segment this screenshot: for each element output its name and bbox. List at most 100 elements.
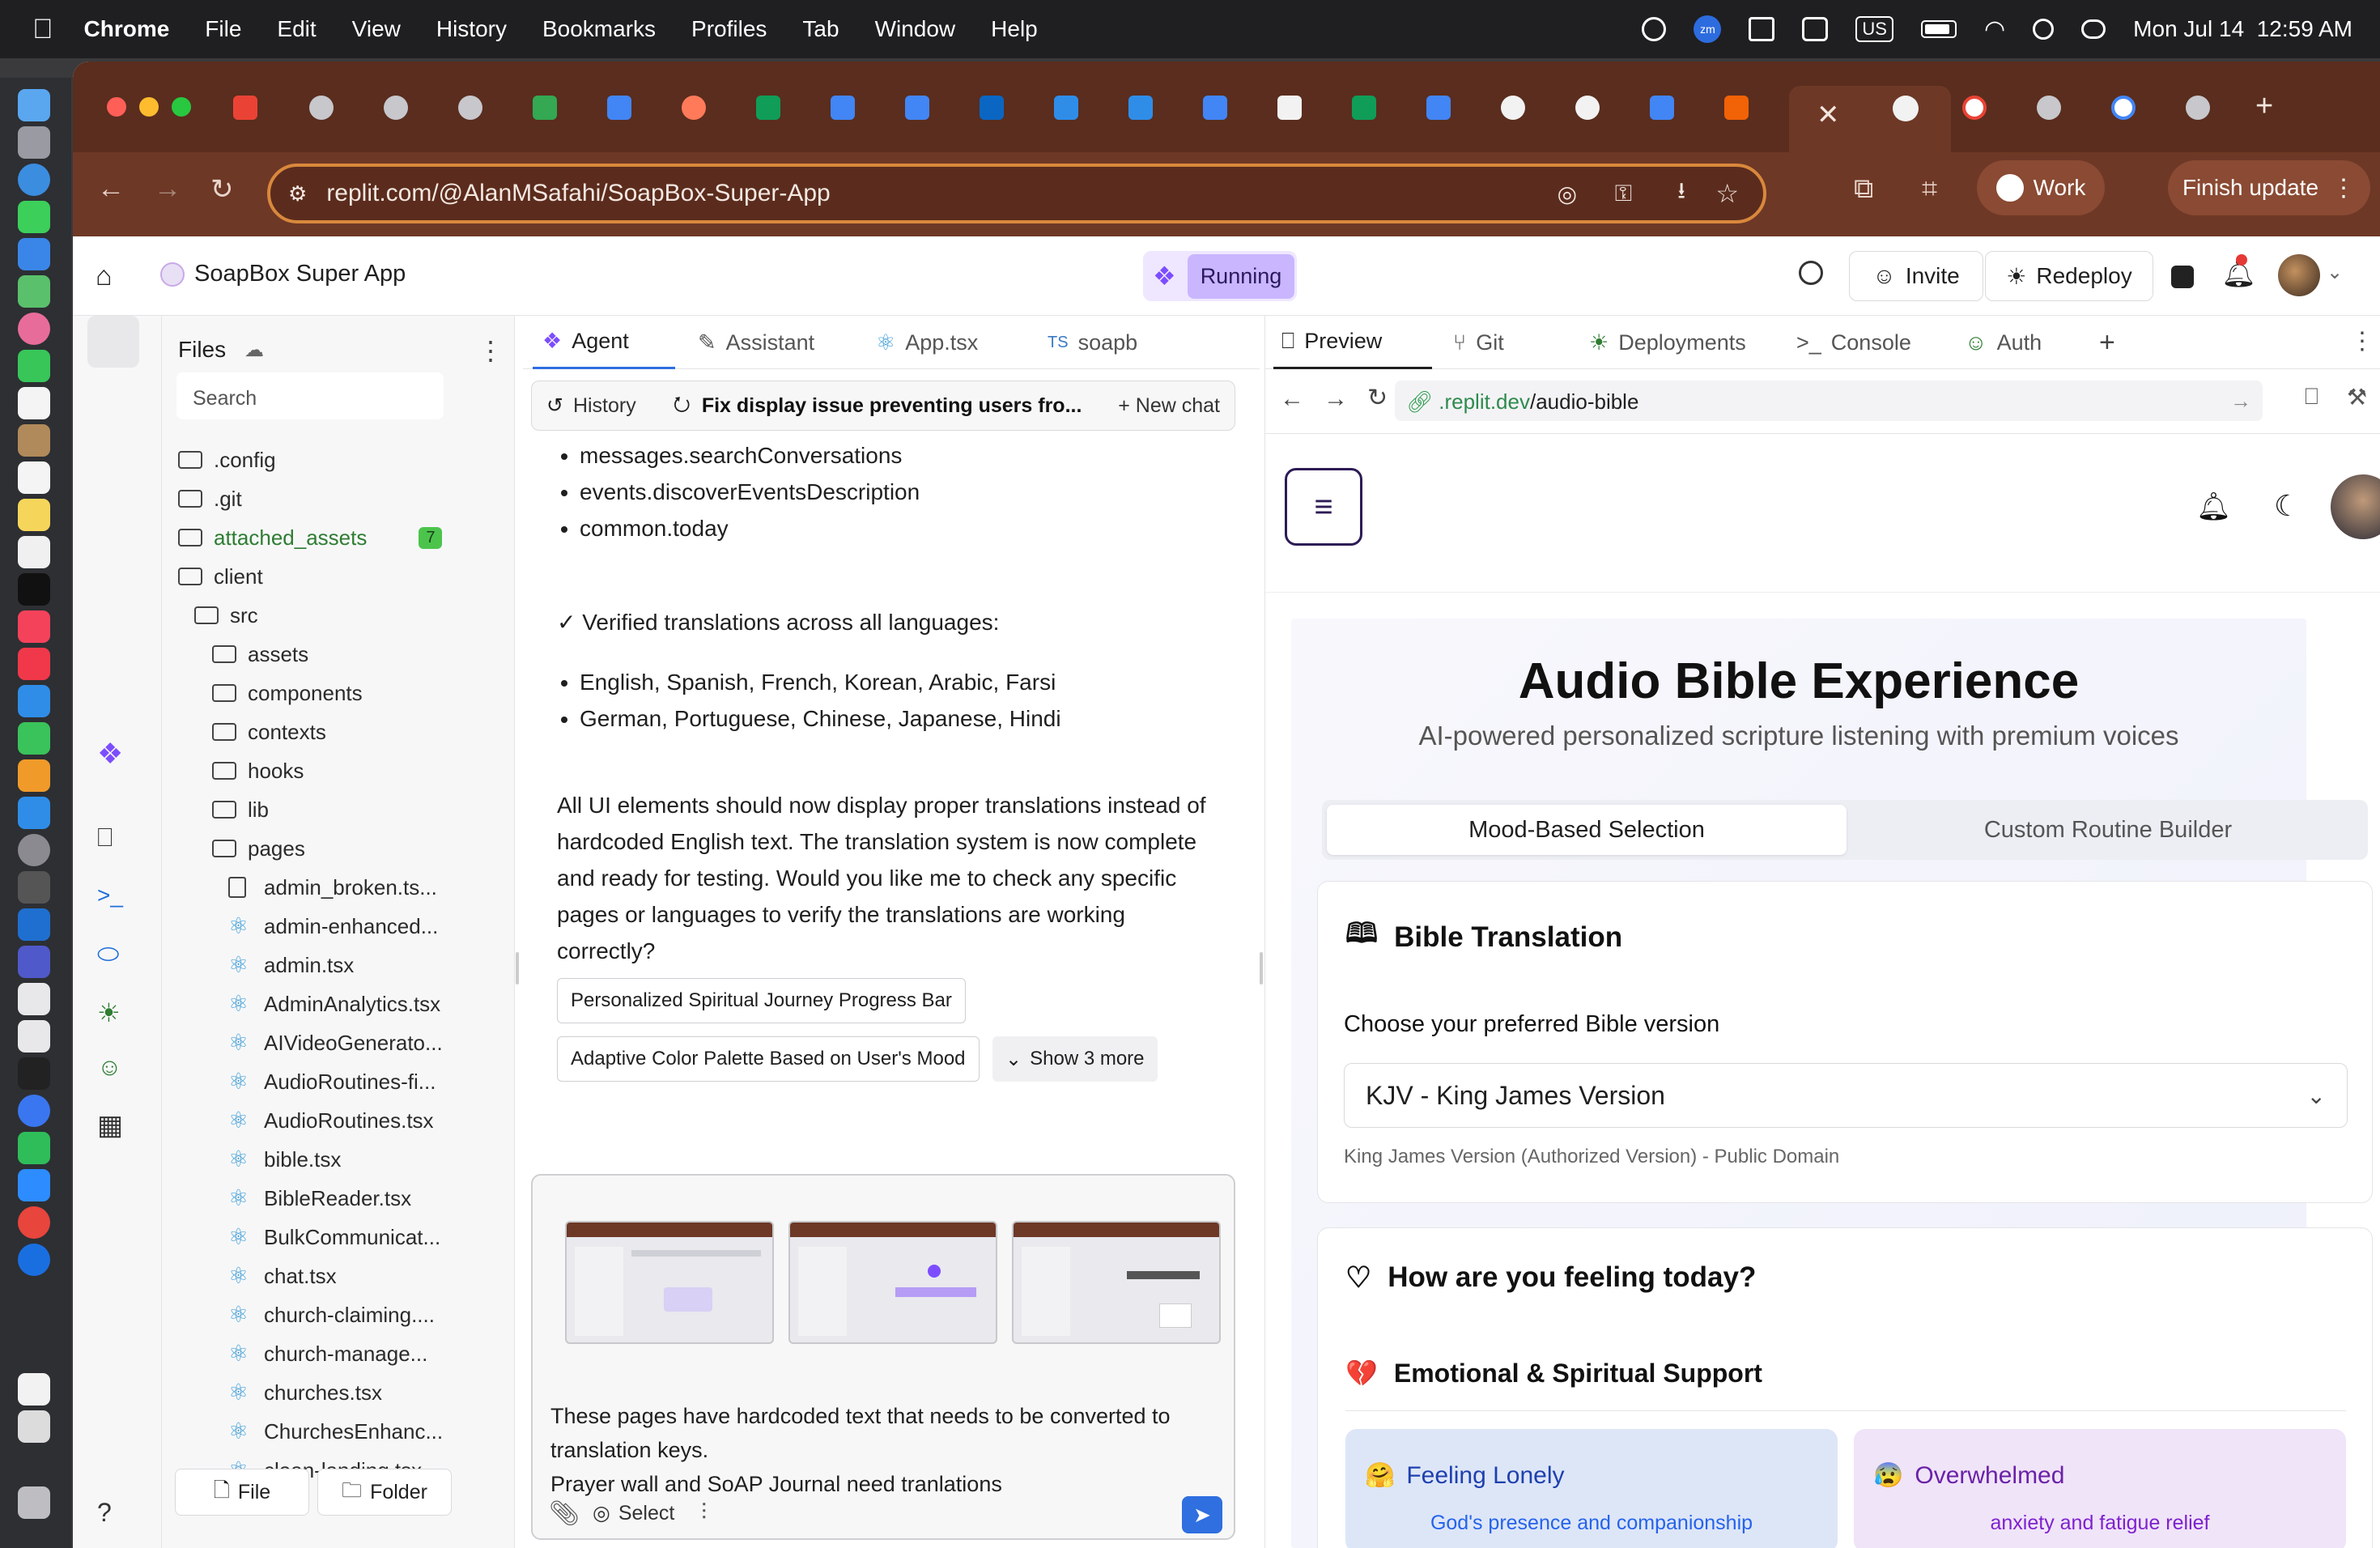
- history-button[interactable]: History: [573, 394, 636, 418]
- folder-item[interactable]: hooks: [212, 753, 304, 789]
- file-item[interactable]: ⚛ BibleReader.tsx: [228, 1180, 411, 1216]
- sheets-tab-icon[interactable]: [756, 96, 780, 120]
- bible-version-select[interactable]: KJV - King James Version ⌄: [1344, 1063, 2348, 1128]
- folder-item[interactable]: contexts: [212, 714, 326, 750]
- folder-item[interactable]: components: [212, 675, 363, 711]
- battery-icon[interactable]: [1920, 20, 1957, 38]
- files-tool-icon[interactable]: [87, 316, 139, 368]
- terminal-icon[interactable]: [18, 1057, 50, 1090]
- invite-button[interactable]: ☺ Invite: [1849, 251, 1983, 301]
- globe-tab-icon[interactable]: [2186, 96, 2210, 120]
- folder-item[interactable]: client: [178, 559, 263, 594]
- project-name[interactable]: SoapBox Super App: [194, 261, 406, 287]
- pane-resize-handle[interactable]: [516, 952, 519, 985]
- document-icon[interactable]: [18, 1373, 50, 1406]
- folder-item[interactable]: attached_assets 7: [178, 520, 443, 555]
- monitor-icon[interactable]: ⎕: [97, 823, 130, 855]
- safari-tab-icon[interactable]: [1128, 96, 1153, 120]
- apple-icon[interactable]: : [32, 14, 53, 45]
- tab-mood-based[interactable]: Mood-Based Selection: [1327, 805, 1847, 855]
- help-icon[interactable]: ?: [97, 1498, 130, 1530]
- new-file-button[interactable]: 🗋 File: [175, 1469, 309, 1516]
- pages-icon[interactable]: [18, 759, 50, 792]
- globe-tab-icon[interactable]: [309, 96, 334, 120]
- drive-icon[interactable]: [18, 983, 50, 1015]
- file-item[interactable]: ⚛ churches.tsx: [228, 1375, 382, 1410]
- file-item[interactable]: ⚛ AdminAnalytics.tsx: [228, 986, 440, 1022]
- suggestion-chip[interactable]: Personalized Spiritual Journey Progress …: [557, 978, 966, 1023]
- contacts-icon[interactable]: [18, 424, 50, 457]
- replit-tab-icon[interactable]: [1724, 96, 1749, 120]
- docs-tab-icon[interactable]: [1203, 96, 1227, 120]
- spotlight-icon[interactable]: [2033, 19, 2055, 40]
- control-center-icon[interactable]: [2081, 19, 2106, 39]
- wifi-icon[interactable]: ◠: [1984, 15, 2005, 44]
- menu-profiles[interactable]: Profiles: [691, 16, 767, 42]
- show-more-button[interactable]: ⌄ Show 3 more: [992, 1036, 1158, 1082]
- tab-deployments[interactable]: ☀ Deployments: [1576, 316, 1783, 369]
- profile-work-button[interactable]: Work: [1977, 160, 2105, 215]
- menu-tab[interactable]: Tab: [802, 16, 839, 42]
- split-view-icon[interactable]: [2171, 266, 2194, 288]
- input-source-indicator[interactable]: US: [1855, 16, 1893, 42]
- paperclip-icon[interactable]: 📎︎: [549, 1499, 580, 1528]
- devtools-icon[interactable]: ⚒: [2347, 384, 2367, 410]
- folder-item[interactable]: .git: [178, 481, 242, 517]
- iphone-mirroring-icon[interactable]: [18, 871, 50, 904]
- menu-edit[interactable]: Edit: [277, 16, 316, 42]
- folder-item[interactable]: assets: [212, 636, 308, 672]
- reminders-icon[interactable]: [18, 461, 50, 494]
- file-item[interactable]: ⚛ AudioRoutines.tsx: [228, 1103, 434, 1138]
- new-tab-icon[interactable]: +: [2255, 89, 2273, 124]
- menu-view[interactable]: View: [352, 16, 401, 42]
- search-icon[interactable]: [1799, 261, 1823, 285]
- chat-title[interactable]: Fix display issue preventing users fro..…: [702, 394, 1082, 418]
- docs-tab-icon[interactable]: [905, 96, 929, 120]
- forward-icon[interactable]: →: [154, 173, 181, 205]
- preview-app-icon[interactable]: [18, 1020, 50, 1053]
- facetime-icon[interactable]: [18, 350, 50, 382]
- password-key-icon[interactable]: ⚿: [1615, 181, 1632, 207]
- outlook-icon[interactable]: [1749, 17, 1775, 41]
- file-item[interactable]: ⚛ church-manage...: [228, 1336, 427, 1372]
- onepassword-icon[interactable]: [18, 1244, 50, 1276]
- composer-text[interactable]: These pages have hardcoded text that nee…: [550, 1399, 1222, 1501]
- menu-bookmarks[interactable]: Bookmarks: [542, 16, 656, 42]
- settings-sliders-icon[interactable]: ⫶: [701, 1499, 707, 1526]
- attachment-thumbnail[interactable]: [1012, 1221, 1221, 1344]
- file-item[interactable]: ⚛ admin-enhanced...: [228, 908, 438, 944]
- new-chat-button[interactable]: + New chat: [1118, 394, 1220, 418]
- openai-tab-icon[interactable]: [1501, 96, 1525, 120]
- site-settings-icon[interactable]: ⚙: [288, 181, 307, 206]
- messages-icon[interactable]: [18, 201, 50, 233]
- google-tab-icon[interactable]: [2111, 96, 2136, 120]
- files-menu-icon[interactable]: ⋮: [478, 335, 504, 366]
- gmail-tab-icon[interactable]: [233, 96, 257, 120]
- menubar-clock[interactable]: Mon Jul 14 12:59 AM: [2133, 16, 2352, 42]
- signal-icon[interactable]: [18, 1095, 50, 1127]
- github-tab-icon[interactable]: [1575, 96, 1600, 120]
- outlook-dock-icon[interactable]: [18, 908, 50, 941]
- tab-search-icon[interactable]: ⌗: [1922, 173, 1937, 205]
- file-item[interactable]: ⚛ chat.tsx: [228, 1258, 337, 1294]
- add-tab-icon[interactable]: +: [2099, 327, 2115, 359]
- docs-tab-icon[interactable]: [1650, 96, 1674, 120]
- home-icon[interactable]: ⌂: [96, 261, 113, 292]
- finder-icon[interactable]: [18, 89, 50, 121]
- folder-item[interactable]: lib: [212, 792, 269, 827]
- numbers-icon[interactable]: [18, 722, 50, 755]
- folder-item[interactable]: src: [194, 598, 258, 633]
- safari-icon[interactable]: [18, 164, 50, 196]
- bookmark-star-icon[interactable]: ☆: [1715, 178, 1739, 209]
- teams-icon[interactable]: [1802, 17, 1829, 41]
- tab-git[interactable]: ⑂ Git: [1440, 316, 1570, 369]
- hubspot-tab-icon[interactable]: [682, 96, 706, 120]
- sheets-tab-icon[interactable]: [1352, 96, 1376, 120]
- maps-icon[interactable]: [18, 275, 50, 308]
- back-icon[interactable]: ←: [97, 173, 125, 205]
- pane-menu-icon[interactable]: ⋮: [2350, 327, 2374, 355]
- whatsapp-icon[interactable]: [18, 1132, 50, 1164]
- folder-item[interactable]: pages: [212, 831, 305, 866]
- safari-tab-icon[interactable]: [1054, 96, 1078, 120]
- active-tab[interactable]: ✕: [1789, 86, 1951, 152]
